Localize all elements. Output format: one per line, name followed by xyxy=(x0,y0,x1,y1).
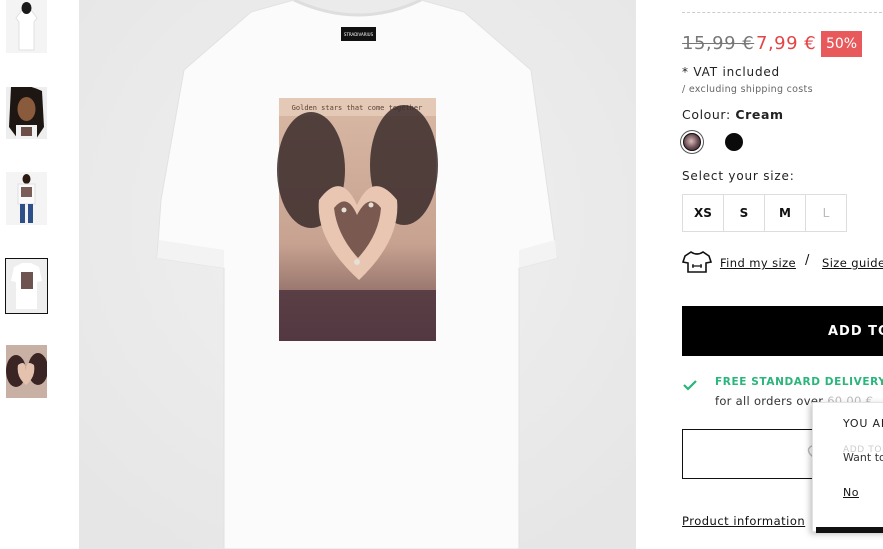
size-l-unavailable[interactable]: L xyxy=(805,194,847,232)
size-m[interactable]: M xyxy=(764,194,806,232)
popup-message: Want to xyxy=(843,451,883,464)
product-information-link[interactable]: Product information xyxy=(682,514,805,528)
thumbnail-1[interactable] xyxy=(6,0,47,53)
thumbnail-3[interactable] xyxy=(6,172,47,225)
thumbnail-model-face xyxy=(6,87,47,139)
colour-value: Cream xyxy=(735,107,784,122)
thumbnail-2[interactable] xyxy=(6,87,47,139)
svg-text:STRADIVARIUS: STRADIVARIUS xyxy=(344,32,374,37)
vat-note: * VAT included xyxy=(682,65,780,79)
swatch-black[interactable] xyxy=(725,133,743,151)
find-my-size-link[interactable]: Find my size xyxy=(720,256,796,270)
free-delivery-label: FREE STANDARD DELIVERY ON xyxy=(715,376,883,388)
original-price: 15,99 € xyxy=(682,33,755,54)
add-to-cart-button[interactable]: ADD TO xyxy=(682,306,883,356)
size-s[interactable]: S xyxy=(723,194,765,232)
select-size-label: Select your size: xyxy=(682,169,795,183)
sale-price: 7,99 € xyxy=(756,33,817,54)
discount-badge: 50% xyxy=(821,31,862,57)
tshirt-illustration: STRADIVARIUS Golden stars that come toge… xyxy=(79,0,636,549)
popup-yes-button-edge[interactable] xyxy=(816,527,883,533)
divider xyxy=(682,12,882,13)
size-selector: XS S M L xyxy=(682,194,847,232)
thumbnail-print-detail xyxy=(6,345,47,398)
condition-text: for all orders over xyxy=(715,394,824,408)
size-xs[interactable]: XS xyxy=(682,194,724,232)
main-product-image[interactable]: STRADIVARIUS Golden stars that come toge… xyxy=(79,0,636,549)
thumbnail-back-view xyxy=(6,0,47,53)
wishlist-popup: YOU AR ADD TO Want to No xyxy=(812,402,883,533)
colour-label-text: Colour: xyxy=(682,107,731,122)
size-guide-link[interactable]: Size guide xyxy=(822,256,883,270)
popup-title: YOU AR xyxy=(843,417,883,430)
thumbnail-full-body xyxy=(6,172,47,225)
tshirt-print: Golden stars that come together xyxy=(277,98,438,341)
thumbnail-5[interactable] xyxy=(6,345,47,398)
thumbnail-flat-tshirt xyxy=(6,259,47,313)
thumbnail-4-selected[interactable] xyxy=(5,258,48,314)
shipping-note: / excluding shipping costs xyxy=(682,84,813,95)
check-icon xyxy=(682,376,698,395)
popup-no-button[interactable]: No xyxy=(843,486,859,499)
swatch-cream[interactable] xyxy=(683,133,701,151)
colour-label: Colour: Cream xyxy=(682,107,784,122)
link-separator: / xyxy=(805,253,810,268)
tshirt-size-icon xyxy=(681,250,713,278)
